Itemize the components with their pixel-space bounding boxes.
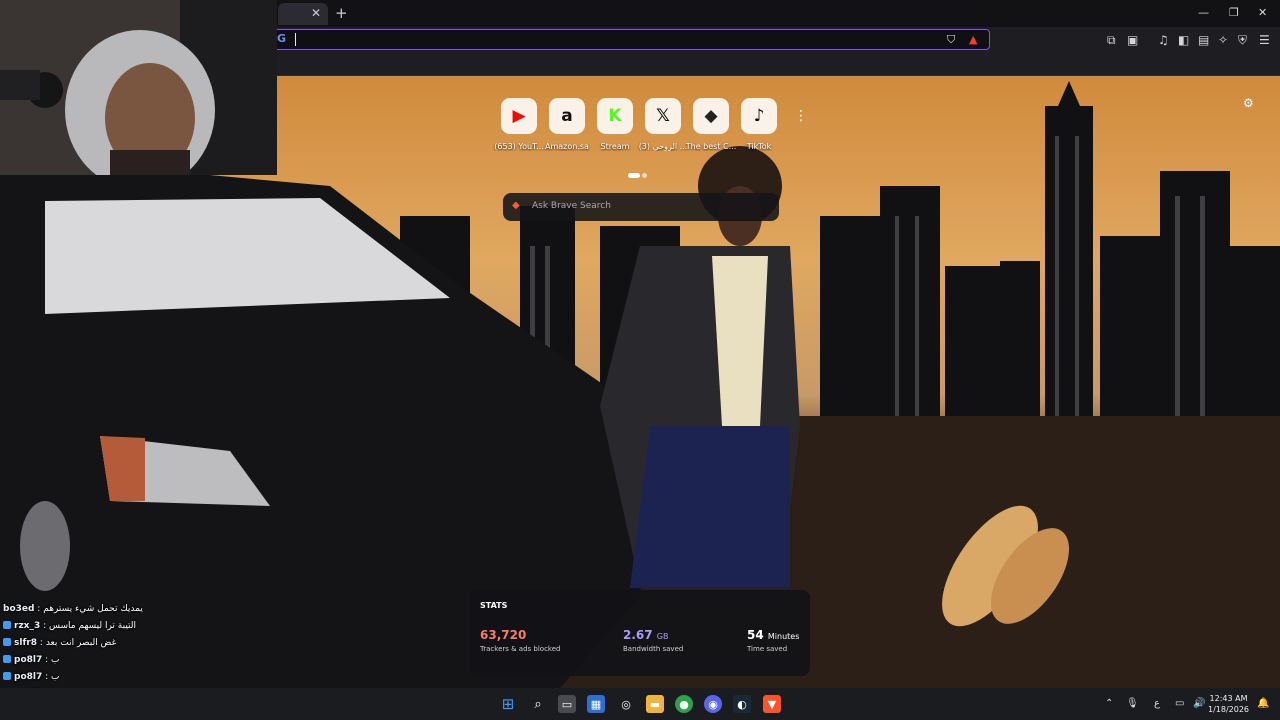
chat-message: po8l7 : ب — [3, 655, 60, 665]
game-controller-icon: ◆ — [693, 98, 729, 134]
more-options-icon[interactable]: ⋮ — [794, 108, 808, 124]
bandwidth-unit: GB — [656, 632, 669, 641]
sidebar-icon[interactable]: ◧ — [1178, 33, 1189, 47]
chat-badge-icon — [3, 655, 11, 663]
chat-text: غض البصر انت بعد — [45, 638, 117, 648]
chat-badge-icon — [3, 638, 11, 646]
chat-separator: : — [42, 655, 52, 665]
menu-icon[interactable]: ☰ — [1259, 33, 1270, 47]
top-site-tile[interactable]: 𝕏 (3) الروحي ... — [639, 98, 687, 151]
notifications-icon[interactable]: 🔔 — [1257, 698, 1269, 709]
time-label: Time saved — [747, 645, 788, 653]
brave-rewards-icon[interactable]: ▲ — [969, 33, 977, 46]
clock-date: 1/18/2026 — [1208, 705, 1250, 714]
brave-shields-icon[interactable]: ⛉ — [947, 33, 955, 47]
chat-text: ب — [51, 655, 60, 665]
chat-text: التيبة ترا ليسهم ماسس — [49, 621, 136, 631]
obs-icon[interactable]: ◎ — [617, 695, 635, 713]
top-site-tile[interactable]: a Amazon.sa — [545, 98, 589, 151]
top-site-label: TikTok — [746, 142, 772, 151]
screenshot-icon[interactable]: ▣ — [1127, 33, 1138, 47]
search-placeholder: Ask Brave Search — [532, 201, 611, 211]
trackers-label: Trackers & ads blocked — [480, 645, 561, 653]
time-stat: 54 Minutes Time saved — [747, 628, 799, 653]
chat-username: slfr8 — [14, 638, 38, 648]
trackers-value: 63,720 — [480, 628, 527, 642]
brave-taskbar-icon[interactable]: ▼ — [763, 695, 781, 713]
chat-separator: : — [37, 638, 46, 648]
brave-search-box[interactable]: ◆ Ask Brave Search — [503, 193, 779, 221]
top-site-tile[interactable]: ▶ (653) YouT... — [494, 98, 544, 151]
chat-username: po8l7 — [14, 672, 43, 682]
network-icon[interactable]: ▭ — [1175, 698, 1184, 709]
trackers-stat: 63,720 Trackers & ads blocked — [480, 628, 561, 653]
time-value: 54 — [747, 628, 764, 642]
chat-message: slfr8 : غض البصر انت بعد — [3, 638, 116, 648]
stats-title: STATS — [480, 601, 508, 610]
bandwidth-stat: 2.67 GB Bandwidth saved — [623, 628, 683, 653]
brave-logo-icon: ◆ — [512, 200, 520, 211]
new-tab-icon[interactable]: + — [335, 4, 348, 22]
screen: ✕ + — ❐ ✕ G ⛉ ▲ ⧉ ▣ ♫ ◧ ▤ ✧ ⛨ ☰ ▶ (653) Y… — [0, 0, 1280, 720]
clock-time: 12:43 AM — [1209, 694, 1248, 703]
minimize-icon[interactable]: — — [1198, 6, 1209, 19]
microphone-icon[interactable]: 🎙 — [1126, 698, 1139, 709]
chat-message: bo3ed : يمديك تحمل شيء يسترهم — [3, 604, 143, 614]
wallet-icon[interactable]: ▤ — [1198, 33, 1209, 47]
chat-text: يمديك تحمل شيء يسترهم — [43, 604, 143, 614]
webcam-overlay — [0, 0, 277, 175]
youtube-icon: ▶ — [501, 98, 537, 134]
search-engine-icon: G — [277, 32, 287, 45]
extensions-icon[interactable]: ⧉ — [1107, 33, 1116, 48]
chat-username: rzx_3 — [14, 621, 41, 631]
top-site-tile[interactable]: ◆ The best C... — [686, 98, 736, 151]
chat-username: bo3ed — [3, 604, 35, 614]
x-icon: 𝕏 — [645, 98, 681, 134]
kick-icon: K — [597, 98, 633, 134]
settings-gear-icon[interactable]: ⚙ — [1243, 96, 1254, 110]
time-unit: Minutes — [767, 632, 800, 641]
discord-icon[interactable]: ◉ — [704, 695, 722, 713]
amazon-icon: a — [549, 98, 585, 134]
vpn-icon[interactable]: ⛨ — [1238, 33, 1247, 48]
windows-taskbar — [0, 688, 1280, 720]
volume-icon[interactable]: 🔊 — [1193, 698, 1205, 709]
media-icon[interactable]: ♫ — [1158, 33, 1169, 47]
text-caret — [295, 33, 296, 46]
chat-separator: : — [42, 672, 52, 682]
address-bar[interactable]: G ⛉ ▲ — [272, 29, 990, 50]
chat-username: po8l7 — [14, 655, 43, 665]
tiktok-icon: ♪ — [741, 98, 777, 134]
search-icon[interactable]: ⌕ — [529, 695, 547, 713]
steam-icon[interactable]: ◐ — [733, 695, 751, 713]
chat-badge-icon — [3, 672, 11, 680]
chat-text: ب — [51, 672, 60, 682]
leo-ai-icon[interactable]: ✧ — [1218, 33, 1228, 47]
bandwidth-label: Bandwidth saved — [623, 645, 684, 653]
chat-message: rzx_3 : التيبة ترا ليسهم ماسس — [3, 621, 136, 631]
bandwidth-value: 2.67 — [623, 628, 653, 642]
chat-separator: : — [40, 621, 50, 631]
close-tab-icon[interactable]: ✕ — [311, 6, 321, 20]
file-explorer-icon[interactable]: ▬ — [646, 695, 664, 713]
chat-message: po8l7 : ب — [3, 672, 60, 682]
windows-start-icon[interactable]: ⊞ — [499, 695, 517, 713]
maximize-icon[interactable]: ❐ — [1229, 6, 1239, 19]
show-hidden-icons-icon[interactable]: ⌃ — [1105, 698, 1113, 709]
close-window-icon[interactable]: ✕ — [1258, 6, 1267, 19]
top-site-tile[interactable]: K Stream — [595, 98, 635, 151]
chrome-icon[interactable]: ● — [675, 695, 693, 713]
top-sites-pager[interactable] — [628, 163, 649, 182]
webcam-feed — [0, 0, 277, 175]
taskbar-clock[interactable]: 12:43 AM 1/18/2026 — [1208, 693, 1249, 715]
top-site-tile[interactable]: ♪ TikTok — [739, 98, 779, 151]
task-view-icon[interactable]: ▭ — [558, 695, 576, 713]
language-indicator[interactable]: ع — [1154, 698, 1160, 709]
chat-badge-icon — [3, 621, 11, 629]
chat-separator: : — [34, 604, 44, 614]
store-icon[interactable]: ▦ — [587, 695, 605, 713]
stats-widget: STATS 63,720 Trackers & ads blocked 2.67… — [470, 590, 810, 676]
